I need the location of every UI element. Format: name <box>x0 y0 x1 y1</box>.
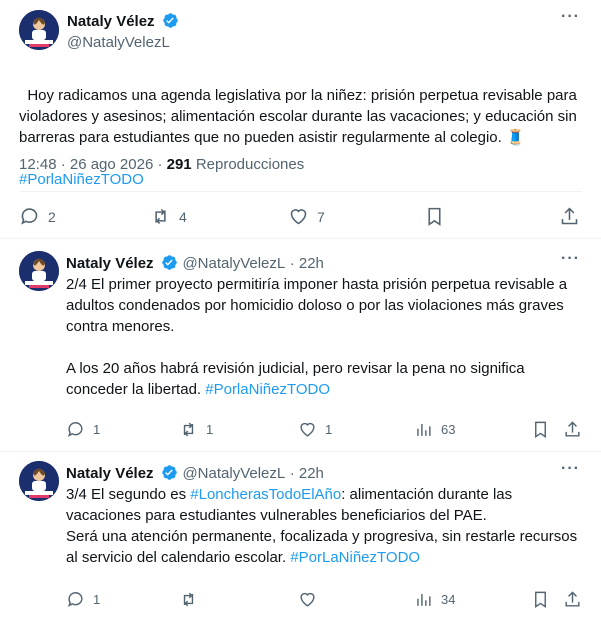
reply-icon <box>21 208 38 225</box>
divider <box>0 238 601 239</box>
reply-text-pre: 3/4 El segundo es <box>66 486 191 503</box>
views-label: Reproducciones <box>191 156 305 173</box>
retweet-icon <box>155 208 166 225</box>
more-icon[interactable]: ··· <box>561 250 580 268</box>
avatar[interactable] <box>19 461 59 501</box>
like-button[interactable]: 7 <box>288 206 325 227</box>
reply-text: 3/4 El segundo es #LoncherasTodoElAño: a… <box>66 484 586 568</box>
like-count: 1 <box>325 422 333 437</box>
retweet-icon <box>183 592 194 607</box>
retweet-count: 1 <box>206 422 214 437</box>
bookmark-button[interactable] <box>531 590 550 609</box>
views-count: 291 <box>166 156 192 173</box>
tweet-text-content: Hoy radicamos una agenda legislativa por… <box>19 87 582 146</box>
reply-text: 2/4 El primer proyecto permitiría impone… <box>66 274 586 400</box>
verified-badge-icon <box>161 254 178 271</box>
reply-count: 1 <box>93 592 101 607</box>
retweet-count: 4 <box>179 208 187 225</box>
bookmark-button[interactable] <box>424 206 445 227</box>
reply-count: 2 <box>48 208 56 225</box>
views-icon <box>417 423 431 436</box>
views-button[interactable]: 34 <box>414 590 455 609</box>
divider <box>19 191 582 192</box>
author-handle: @NatalyVelezL <box>67 34 170 51</box>
verified-badge-icon <box>161 464 178 481</box>
like-icon <box>290 209 307 225</box>
views-count: 63 <box>441 422 456 437</box>
hashtag-link[interactable]: #PorLaNiñezTODO <box>290 549 420 566</box>
share-button[interactable] <box>559 206 580 227</box>
reply-button[interactable]: 2 <box>19 206 56 227</box>
reply-time[interactable]: · 22h <box>290 255 324 272</box>
bookmark-icon <box>535 591 546 608</box>
hashtag-link[interactable]: #LoncherasTodoElAño <box>190 486 341 503</box>
views-count: 34 <box>441 592 456 607</box>
tweet-meta: 12:48 · 26 ago 2026 · 291 Reproducciones <box>19 156 304 173</box>
more-icon[interactable]: ··· <box>561 8 580 26</box>
retweet-button[interactable]: 4 <box>150 206 187 227</box>
bookmark-button[interactable] <box>531 420 550 439</box>
verified-badge-icon <box>162 12 179 29</box>
reply-text-content: 2/4 El primer proyecto permitiría impone… <box>66 276 568 398</box>
retweet-icon <box>183 422 194 437</box>
reply-header: Nataly Vélez @NatalyVelezL · 22h <box>66 464 324 483</box>
avatar[interactable] <box>19 10 59 50</box>
hashtag-link[interactable]: #PorlaNiñezTODO <box>205 381 330 398</box>
share-icon <box>565 591 580 607</box>
author-name[interactable]: Nataly Vélez <box>66 255 154 272</box>
views-button[interactable]: 63 <box>414 420 455 439</box>
more-icon[interactable]: ··· <box>561 460 580 478</box>
author-handle[interactable]: @NatalyVelezL <box>182 465 285 482</box>
like-icon <box>300 422 315 437</box>
share-button[interactable] <box>563 590 582 609</box>
bookmark-icon <box>428 207 441 226</box>
like-count: 7 <box>317 208 325 225</box>
author-name[interactable]: Nataly Vélez <box>66 465 154 482</box>
tweet-timestamp[interactable]: 12:48 · 26 ago 2026 · <box>19 156 167 173</box>
avatar[interactable] <box>19 251 59 291</box>
hashtag-link[interactable]: #PorlaNiñezTODO <box>19 171 144 188</box>
reply-time[interactable]: · 22h <box>290 465 324 482</box>
reply-icon <box>67 422 83 437</box>
like-button[interactable] <box>298 590 325 609</box>
reply-count: 1 <box>93 422 101 437</box>
author-handle[interactable]: @NatalyVelezL <box>182 255 285 272</box>
retweet-button[interactable]: 1 <box>179 420 213 439</box>
share-button[interactable] <box>563 420 582 439</box>
views-icon <box>417 593 431 606</box>
retweet-button[interactable] <box>179 590 206 609</box>
author-info: Nataly Vélez @NatalyVelezL <box>67 12 179 51</box>
share-icon <box>561 207 578 225</box>
bookmark-icon <box>535 421 546 438</box>
share-icon <box>565 421 580 437</box>
reply-button[interactable]: 1 <box>66 590 100 609</box>
divider <box>0 451 601 452</box>
like-icon <box>300 592 315 607</box>
reply-icon <box>67 592 83 607</box>
author-name[interactable]: Nataly Vélez <box>67 13 155 30</box>
reply-button[interactable]: 1 <box>66 420 100 439</box>
reply-header: Nataly Vélez @NatalyVelezL · 22h <box>66 254 324 273</box>
like-button[interactable]: 1 <box>298 420 332 439</box>
